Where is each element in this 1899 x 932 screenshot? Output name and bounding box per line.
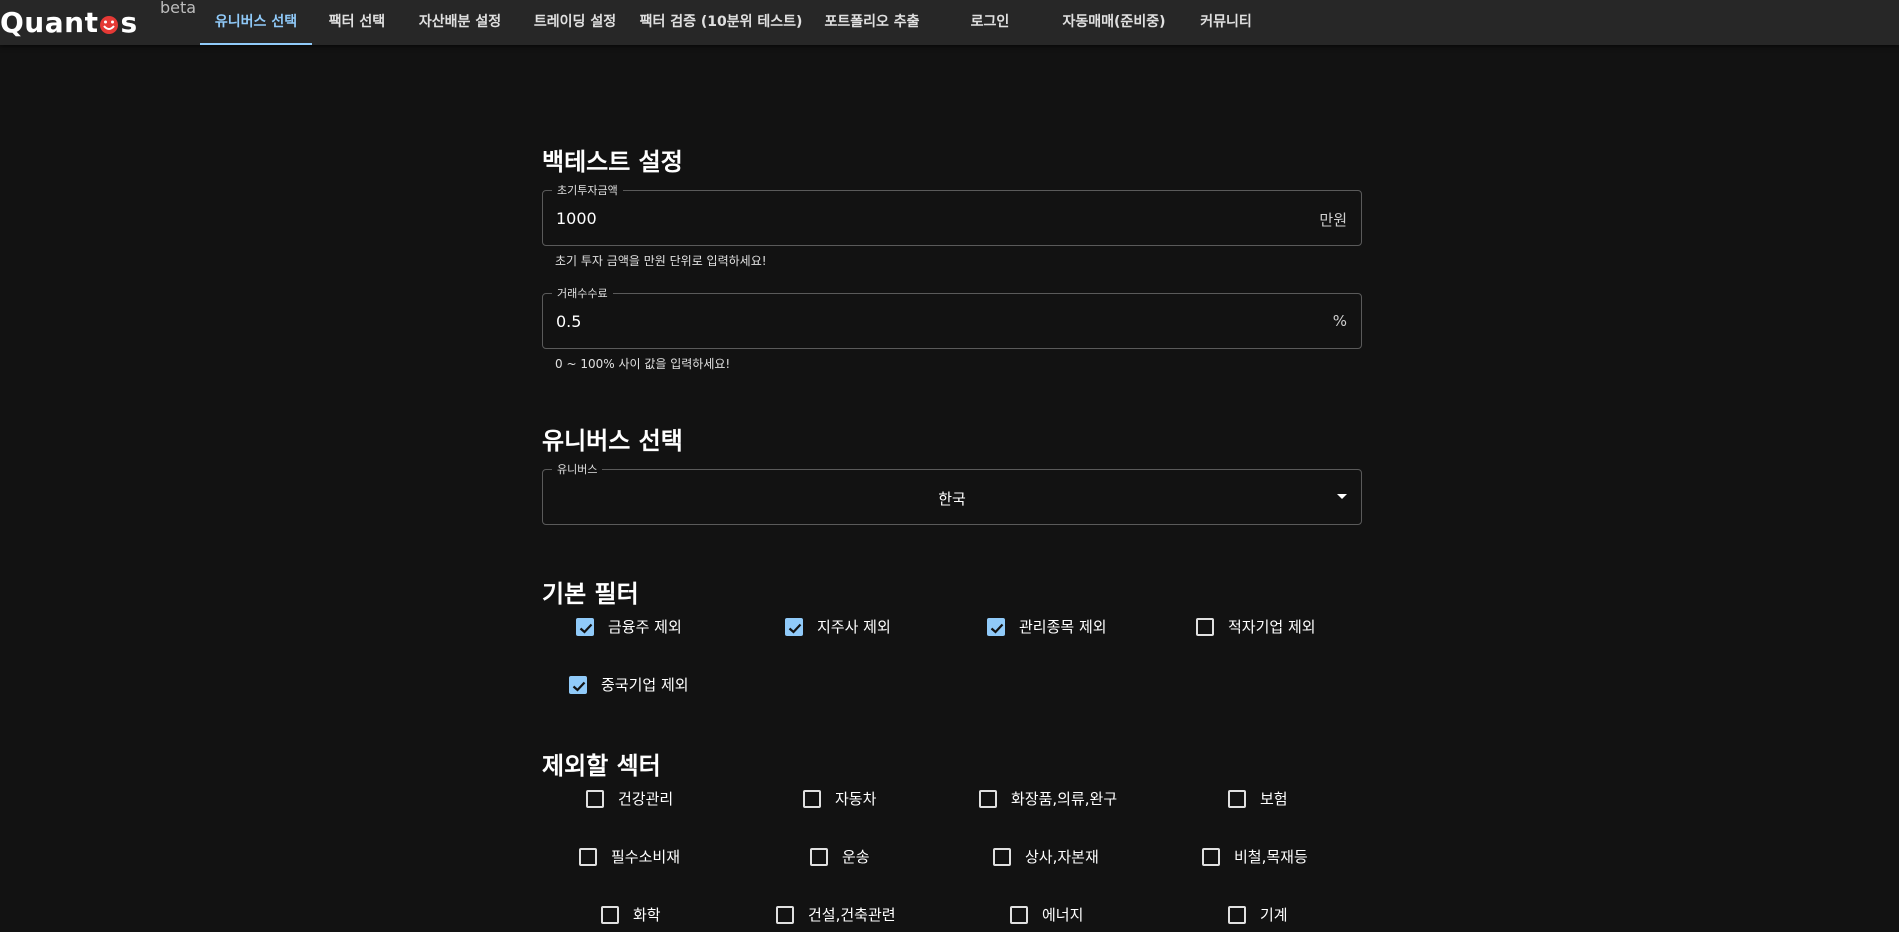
- logo-wordmark: Quant s: [0, 6, 138, 39]
- fee-input[interactable]: 0.5: [556, 312, 1256, 331]
- tab-portfolio-extract[interactable]: 포트폴리오 추출: [810, 0, 934, 45]
- sector-label: 건강관리: [618, 790, 674, 808]
- sector-label: 상사,자본재: [1025, 848, 1099, 866]
- sector-machinery-checkbox[interactable]: 기계: [1228, 904, 1288, 925]
- fee-label: 거래수수료: [552, 285, 613, 301]
- quantus-logo[interactable]: Quant s beta: [0, 0, 200, 40]
- sector-exclude-title: 제외할 섹터: [542, 752, 661, 780]
- checkbox-unchecked-icon[interactable]: [579, 847, 597, 866]
- checkbox-unchecked-icon[interactable]: [776, 905, 794, 924]
- filter-deficit-checkbox[interactable]: 적자기업 제외: [1196, 616, 1316, 637]
- sector-construction-checkbox[interactable]: 건설,건축관련: [776, 904, 896, 925]
- sector-consumer-staples-checkbox[interactable]: 필수소비재: [579, 846, 680, 867]
- sector-cosmetics-checkbox[interactable]: 화장품,의류,완구: [979, 788, 1117, 809]
- logo-text-left: Quant: [0, 6, 99, 39]
- tab-auto-trading[interactable]: 자동매매(준비중): [1046, 0, 1182, 45]
- sector-label: 에너지: [1042, 906, 1084, 924]
- sector-label: 비철,목재등: [1234, 848, 1308, 866]
- tab-universe[interactable]: 유니버스 선택: [200, 0, 312, 45]
- sector-label: 보험: [1260, 790, 1288, 808]
- initial-investment-field[interactable]: 초기투자금액 1000 만원: [542, 182, 1362, 246]
- checkbox-checked-icon[interactable]: [785, 617, 803, 636]
- sector-chemical-checkbox[interactable]: 화학: [601, 904, 661, 925]
- sector-trading-capital-checkbox[interactable]: 상사,자본재: [993, 846, 1099, 867]
- tab-asset-allocation[interactable]: 자산배분 설정: [402, 0, 518, 45]
- sector-nonferrous-checkbox[interactable]: 비철,목재등: [1202, 846, 1308, 867]
- filter-financial-checkbox[interactable]: 금융주 제외: [576, 616, 682, 637]
- filter-deficit-label: 적자기업 제외: [1228, 618, 1316, 636]
- initial-investment-helper: 초기 투자 금액을 만원 단위로 입력하세요!: [555, 254, 767, 268]
- tab-trading[interactable]: 트레이딩 설정: [518, 0, 632, 45]
- filter-managed-label: 관리종목 제외: [1019, 618, 1107, 636]
- checkbox-unchecked-icon[interactable]: [979, 789, 997, 808]
- filter-chinese-label: 중국기업 제외: [601, 676, 689, 694]
- checkbox-unchecked-icon[interactable]: [993, 847, 1011, 866]
- checkbox-checked-icon[interactable]: [987, 617, 1005, 636]
- sector-energy-checkbox[interactable]: 에너지: [1010, 904, 1083, 925]
- universe-label: 유니버스: [552, 461, 603, 477]
- basic-filter-title: 기본 필터: [542, 580, 639, 608]
- universe-selected-value: 한국: [938, 490, 966, 508]
- checkbox-unchecked-icon[interactable]: [1196, 617, 1214, 636]
- checkbox-unchecked-icon[interactable]: [810, 847, 828, 866]
- sector-transport-checkbox[interactable]: 운송: [810, 846, 870, 867]
- checkbox-checked-icon[interactable]: [576, 617, 594, 636]
- tab-login[interactable]: 로그인: [934, 0, 1046, 45]
- checkbox-unchecked-icon[interactable]: [1228, 905, 1246, 924]
- top-navbar: Quant s beta 유니버스 선택 팩터 선택 자산배분 설정 트레이딩 …: [0, 0, 1899, 45]
- dropdown-arrow-icon: [1337, 494, 1347, 499]
- sector-healthcare-checkbox[interactable]: 건강관리: [586, 788, 673, 809]
- filter-holding-label: 지주사 제외: [817, 618, 891, 636]
- checkbox-unchecked-icon[interactable]: [1202, 847, 1220, 866]
- tab-factor[interactable]: 팩터 선택: [312, 0, 402, 45]
- tab-factor-validation[interactable]: 팩터 검증 (10분위 테스트): [632, 0, 810, 45]
- checkbox-checked-icon[interactable]: [569, 675, 587, 694]
- tab-community[interactable]: 커뮤니티: [1182, 0, 1270, 45]
- checkbox-unchecked-icon[interactable]: [601, 905, 619, 924]
- sector-label: 화장품,의류,완구: [1011, 790, 1118, 808]
- sector-auto-checkbox[interactable]: 자동차: [803, 788, 876, 809]
- sector-label: 기계: [1260, 906, 1288, 924]
- fee-unit: %: [1332, 312, 1347, 330]
- sector-label: 자동차: [835, 790, 877, 808]
- initial-investment-unit: 만원: [1319, 211, 1347, 229]
- beta-badge: beta: [160, 0, 197, 17]
- sector-insurance-checkbox[interactable]: 보험: [1228, 788, 1288, 809]
- sector-label: 필수소비재: [611, 848, 681, 866]
- checkbox-unchecked-icon[interactable]: [586, 789, 604, 808]
- sector-label: 운송: [842, 848, 870, 866]
- fee-field[interactable]: 거래수수료 0.5 %: [542, 285, 1362, 349]
- filter-financial-label: 금융주 제외: [608, 618, 682, 636]
- initial-investment-label: 초기투자금액: [552, 182, 623, 198]
- checkbox-unchecked-icon[interactable]: [803, 789, 821, 808]
- checkbox-unchecked-icon[interactable]: [1010, 905, 1028, 924]
- logo-text-right: s: [120, 6, 138, 39]
- fee-helper: 0 ~ 100% 사이 값을 입력하세요!: [555, 357, 731, 371]
- filter-holding-checkbox[interactable]: 지주사 제외: [785, 616, 891, 637]
- checkbox-unchecked-icon[interactable]: [1228, 789, 1246, 808]
- initial-investment-input[interactable]: 1000: [556, 209, 1256, 228]
- sector-label: 화학: [633, 906, 661, 924]
- filter-managed-checkbox[interactable]: 관리종목 제외: [987, 616, 1107, 637]
- sector-label: 건설,건축관련: [808, 906, 896, 924]
- universe-title: 유니버스 선택: [542, 427, 683, 455]
- logo-u-icon: [100, 15, 119, 34]
- universe-select[interactable]: 유니버스 한국: [542, 461, 1362, 525]
- filter-chinese-checkbox[interactable]: 중국기업 제외: [569, 674, 689, 695]
- backtest-settings-title: 백테스트 설정: [542, 148, 683, 176]
